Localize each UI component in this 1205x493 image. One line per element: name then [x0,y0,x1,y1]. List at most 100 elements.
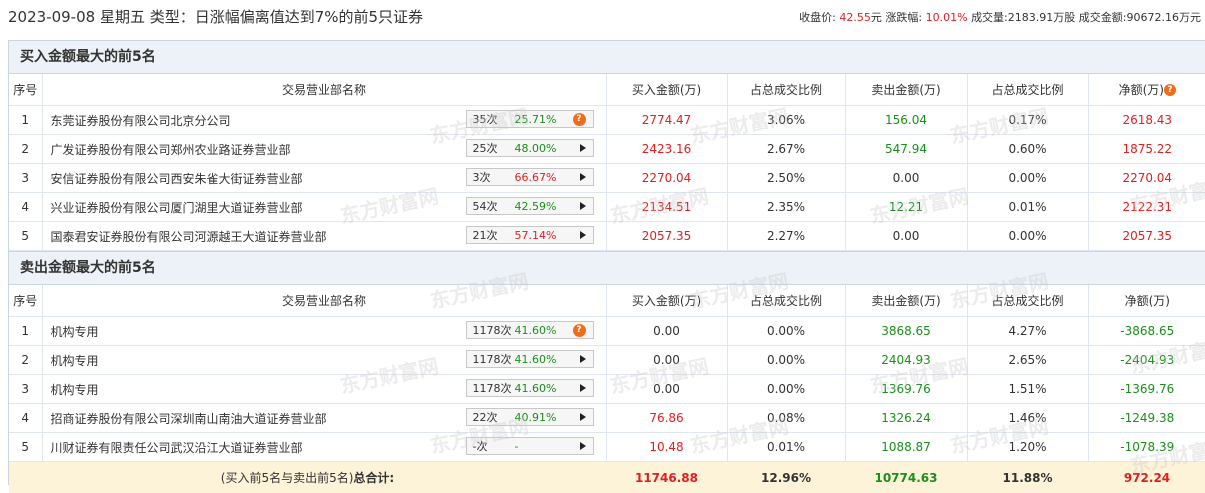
total-sell-ratio: 11.88% [967,462,1088,493]
table-row: 5川财证券有限责任公司武汉沿江大道证券营业部-次-10.480.01%1088.… [9,433,1205,462]
sell-amount: 3868.65 [845,317,967,346]
buy-amount: 10.48 [606,433,727,462]
row-index: 5 [9,433,42,462]
buy-ratio: 2.27% [727,222,845,251]
sell-amount: 547.94 [845,135,967,164]
col-net-label: 净额(万) [1119,83,1164,97]
net-amount: 2618.43 [1088,106,1205,135]
buy-amount: 2270.04 [606,164,727,193]
broker-cell: 安信证券股份有限公司西安朱雀大街证券营业部 3次66.67% [42,164,606,193]
buy-amount: 76.86 [606,404,727,433]
broker-stats-badge[interactable]: 35次25.71%? [466,110,594,128]
sell-ratio: 0.01% [967,193,1088,222]
dragon-tiger-board: 买入金额最大的前5名 序号 交易营业部名称 买入金额(万) 占总成交比例 卖出金… [8,40,1205,485]
question-icon[interactable]: ? [573,324,586,337]
broker-stats-badge[interactable]: 3次66.67% [466,168,594,186]
sell-ratio: 2.65% [967,346,1088,375]
broker-name[interactable]: 机构专用 [51,325,99,339]
net-amount: -2404.93 [1088,346,1205,375]
buy-amount: 2057.35 [606,222,727,251]
broker-name[interactable]: 招商证券股份有限公司深圳南山南油大道证券营业部 [51,412,327,426]
question-icon[interactable]: ? [573,113,586,126]
sell-amount: 1326.24 [845,404,967,433]
buy-amount: 2774.47 [606,106,727,135]
win-rate: 41.60% [515,322,557,340]
row-index: 4 [9,404,42,433]
broker-name[interactable]: 川财证券有限责任公司武汉沿江大道证券营业部 [51,441,303,455]
broker-name[interactable]: 东莞证券股份有限公司北京分公司 [51,114,231,128]
row-index: 1 [9,106,42,135]
sell-amount: 2404.93 [845,346,967,375]
broker-cell: 机构专用 1178次41.60% [42,375,606,404]
total-row: (买入前5名与卖出前5名)总合计: 11746.88 12.96% 10774.… [9,462,1205,493]
broker-stats-badge[interactable]: 1178次41.60% [466,350,594,368]
row-index: 5 [9,222,42,251]
broker-stats-badge[interactable]: 54次42.59% [466,197,594,215]
help-icon[interactable]: ? [1164,84,1176,96]
total-net: 972.24 [1088,462,1205,493]
broker-stats-badge[interactable]: 22次40.91% [466,408,594,426]
appearance-count: 1178次 [473,351,512,369]
table-row: 5 国泰君安证券股份有限公司河源越王大道证券营业部 21次57.14% 2057.35… [9,222,1205,251]
arrow-right-icon[interactable] [580,384,586,392]
net-amount: 2270.04 [1088,164,1205,193]
sell-table: 序号 交易营业部名称 买入金额(万) 占总成交比例 卖出金额(万) 占总成交比例… [9,285,1205,493]
broker-name[interactable]: 机构专用 [51,383,99,397]
row-index: 3 [9,375,42,404]
broker-stats-badge[interactable]: 1178次41.60% [466,379,594,397]
table-row: 4兴业证券股份有限公司厦门湖里大道证券营业部54次42.59%2134.512.… [9,193,1205,222]
broker-name[interactable]: 国泰君安证券股份有限公司河源越王大道证券营业部 [51,230,327,244]
col-net: 净额(万) [1088,285,1205,317]
buy-ratio: 3.06% [727,106,845,135]
arrow-right-icon[interactable] [580,442,586,450]
buy-ratio: 0.01% [727,433,845,462]
row-index: 1 [9,317,42,346]
broker-stats-badge[interactable]: 25次48.00% [466,139,594,157]
sell-ratio: 4.27% [967,317,1088,346]
col-buy-ratio: 占总成交比例 [727,285,845,317]
table-row: 3机构专用1178次41.60%0.000.00%1369.761.51%-13… [9,375,1205,404]
broker-cell: 招商证券股份有限公司深圳南山南油大道证券营业部 22次40.91% [42,404,606,433]
sell-ratio: 0.00% [967,222,1088,251]
table-row: 1 东莞证券股份有限公司北京分公司 35次25.71%? 2774.473.06%15… [9,106,1205,135]
quote-summary: 收盘价: 42.55元 涨跌幅: 10.01% 成交量:2183.91万股 成交… [799,9,1201,25]
win-rate: - [515,438,519,456]
arrow-right-icon[interactable] [580,413,586,421]
table-row: 4 招商证券股份有限公司深圳南山南油大道证券营业部 22次40.91% 76.860.… [9,404,1205,433]
total-buy-ratio: 12.96% [727,462,845,493]
broker-name[interactable]: 兴业证券股份有限公司厦门湖里大道证券营业部 [51,201,303,215]
broker-stats-badge[interactable]: 1178次41.60%? [466,321,594,339]
sell-ratio: 0.60% [967,135,1088,164]
sell-ratio: 0.00% [967,164,1088,193]
broker-stats-badge[interactable]: 21次57.14% [466,226,594,244]
buy-amount: 2134.51 [606,193,727,222]
page-title: 2023-09-08 星期五 类型：日涨幅偏离值达到7%的前5只证券 [8,6,423,27]
broker-cell: 川财证券有限责任公司武汉沿江大道证券营业部 -次- [42,433,606,462]
col-sell-ratio: 占总成交比例 [967,74,1088,106]
col-sell: 卖出金额(万) [845,74,967,106]
row-index: 2 [9,346,42,375]
arrow-right-icon[interactable] [580,202,586,210]
arrow-right-icon[interactable] [580,173,586,181]
broker-name[interactable]: 广发证券股份有限公司郑州农业路证券营业部 [51,143,291,157]
buy-amount: 0.00 [606,375,727,404]
appearance-count: 22次 [473,409,498,427]
col-buy-ratio: 占总成交比例 [727,74,845,106]
col-net: 净额(万)? [1088,74,1205,106]
win-rate: 48.00% [515,140,557,158]
sell-amount: 156.04 [845,106,967,135]
broker-name[interactable]: 机构专用 [51,354,99,368]
arrow-right-icon[interactable] [580,144,586,152]
arrow-right-icon[interactable] [580,355,586,363]
sell-ratio: 1.46% [967,404,1088,433]
buy-table-header: 序号 交易营业部名称 买入金额(万) 占总成交比例 卖出金额(万) 占总成交比例… [9,74,1205,106]
buy-ratio: 0.08% [727,404,845,433]
buy-amount: 0.00 [606,346,727,375]
arrow-right-icon[interactable] [580,231,586,239]
net-amount: 1875.22 [1088,135,1205,164]
broker-stats-badge[interactable]: -次- [466,437,594,455]
col-sell-ratio: 占总成交比例 [967,285,1088,317]
broker-cell: 国泰君安证券股份有限公司河源越王大道证券营业部 21次57.14% [42,222,606,251]
row-index: 4 [9,193,42,222]
broker-name[interactable]: 安信证券股份有限公司西安朱雀大街证券营业部 [51,172,303,186]
